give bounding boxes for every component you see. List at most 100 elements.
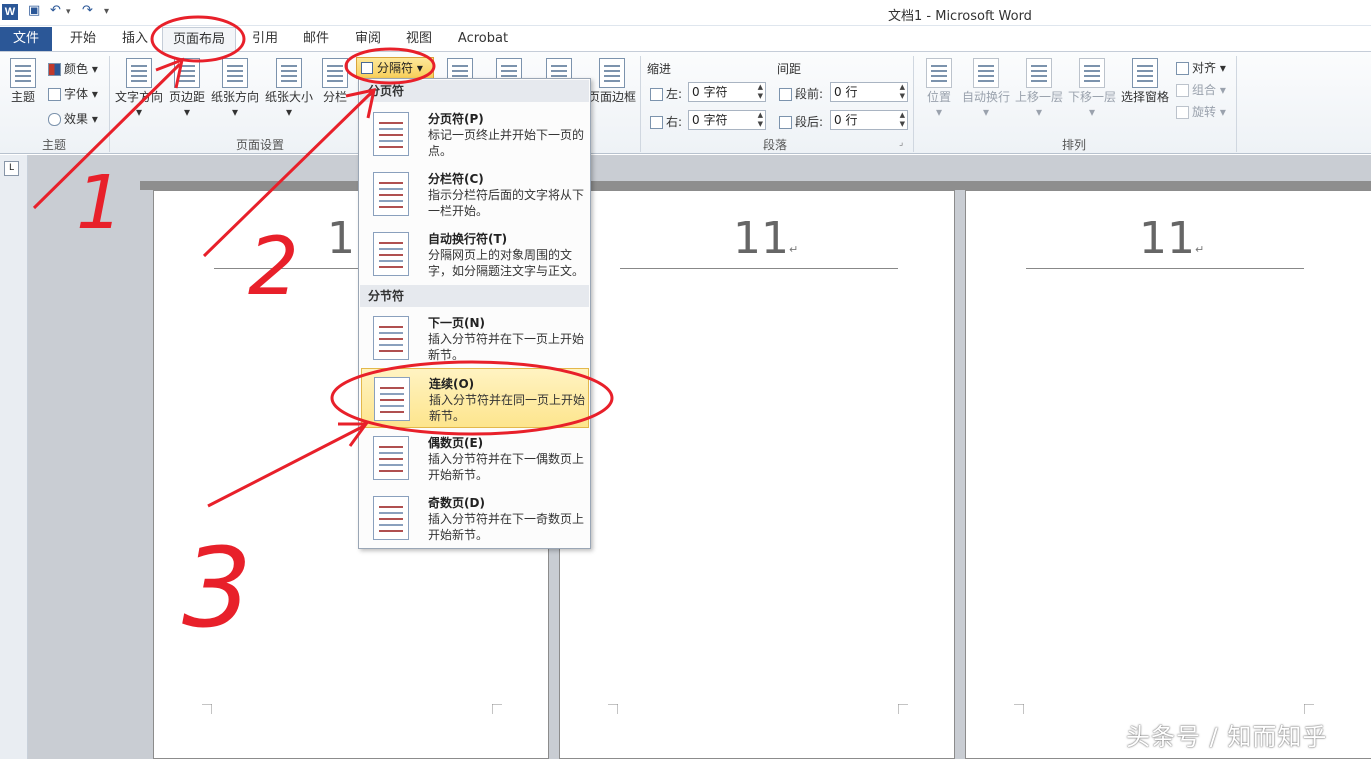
watermark-text: 头条号 / 知而知乎 — [1126, 723, 1328, 751]
page-borders-button[interactable]: 页面边框 — [588, 58, 636, 105]
breaks-icon — [361, 62, 373, 74]
header-line — [620, 268, 898, 269]
group-label-paragraph: 段落 — [762, 138, 787, 152]
orientation-button[interactable]: 纸张方向 ▾ — [210, 58, 260, 119]
themes-button[interactable]: 主题 — [6, 58, 40, 105]
vertical-ruler — [0, 155, 28, 759]
margin-corner-mark — [1014, 704, 1024, 714]
bring-forward-button[interactable]: 上移一层 ▾ — [1014, 58, 1064, 119]
text-direction-button[interactable]: 文字方向 ▾ — [114, 58, 164, 119]
spacing-before-field[interactable]: 0 行 ▲ ▼ — [830, 82, 908, 102]
position-button[interactable]: 位置 ▾ — [922, 58, 956, 119]
rotate-button[interactable]: 旋转 ▾ — [1176, 103, 1226, 120]
spinner-arrows[interactable]: ▲ ▼ — [758, 83, 763, 101]
dialog-launcher-icon[interactable]: ⌟ — [899, 138, 903, 148]
margin-corner-mark — [608, 704, 618, 714]
spacing-before-label: 段前: — [779, 85, 823, 102]
page-shadow — [560, 181, 962, 190]
tab-mailings[interactable]: 邮件 — [293, 27, 339, 51]
ribbon-tabs: 文件 开始 插入 页面布局 引用 邮件 审阅 视图 Acrobat — [0, 26, 1371, 51]
header-line — [1026, 268, 1304, 269]
header-text: 11↵ — [1139, 213, 1205, 264]
theme-effects-button[interactable]: 效果 ▾ — [48, 110, 98, 127]
next-page-break-icon — [373, 316, 409, 360]
spinner-arrows[interactable]: ▲ ▼ — [758, 111, 763, 129]
menu-item-even-page[interactable]: 偶数页(E) 插入分节符并在下一偶数页上开始新节。 — [361, 428, 589, 488]
window-title: 文档1 - Microsoft Word — [888, 9, 1032, 24]
group-icon — [1176, 84, 1189, 97]
themes-icon — [10, 58, 36, 88]
indent-left-field[interactable]: 0 字符 ▲ ▼ — [688, 82, 766, 102]
orientation-icon — [222, 58, 248, 88]
undo-dropdown-icon[interactable]: ▾ — [66, 7, 71, 17]
page-shadow — [962, 181, 1371, 190]
menu-header-section-breaks: 分节符 — [360, 285, 589, 307]
tab-review[interactable]: 审阅 — [345, 27, 391, 51]
indent-right-icon — [650, 116, 663, 129]
group-label-arrange: 排列 — [1061, 138, 1086, 152]
theme-fonts-button[interactable]: 字体 ▾ — [48, 85, 98, 102]
fonts-icon — [48, 88, 61, 101]
menu-item-next-page[interactable]: 下一页(N) 插入分节符并在下一页上开始新节。 — [361, 308, 589, 368]
align-icon — [1176, 62, 1189, 75]
tab-selector-icon[interactable]: L — [4, 161, 19, 176]
spinner-arrows[interactable]: ▲ ▼ — [900, 83, 905, 101]
word-app-icon[interactable]: W — [2, 4, 18, 20]
theme-colors-button[interactable]: 颜色 ▾ — [48, 60, 98, 77]
menu-item-page-break[interactable]: 分页符(P) 标记一页终止并开始下一页的点。 — [361, 104, 589, 164]
odd-page-break-icon — [373, 496, 409, 540]
continuous-break-icon — [374, 377, 410, 421]
spacing-after-label: 段后: — [779, 113, 823, 130]
tab-view[interactable]: 视图 — [396, 27, 442, 51]
send-backward-icon — [1079, 58, 1105, 88]
effects-icon — [48, 113, 61, 126]
menu-item-text-wrapping-break[interactable]: 自动换行符(T) 分隔网页上的对象周围的文字，如分隔题注文字与正文。 — [361, 224, 589, 284]
tab-page-layout[interactable]: 页面布局 — [162, 27, 236, 51]
page-break-icon — [373, 112, 409, 156]
spacing-after-field[interactable]: 0 行 ▲ ▼ — [830, 110, 908, 130]
title-bar: W ▣ ↶ ▾ ↷ ▾ 文档1 - Microsoft Word — [0, 0, 1371, 26]
undo-icon[interactable]: ↶ — [50, 3, 61, 18]
indent-label: 缩进 — [647, 62, 672, 76]
paper-size-icon — [276, 58, 302, 88]
header-text: 11↵ — [733, 213, 799, 264]
group-separator — [1236, 56, 1237, 152]
size-button[interactable]: 纸张大小 ▾ — [264, 58, 314, 119]
position-icon — [926, 58, 952, 88]
align-button[interactable]: 对齐 ▾ — [1176, 59, 1226, 76]
group-button[interactable]: 组合 ▾ — [1176, 81, 1226, 98]
bring-forward-icon — [1026, 58, 1052, 88]
spacing-label: 间距 — [777, 62, 802, 76]
tab-acrobat[interactable]: Acrobat — [452, 27, 514, 51]
spinner-arrows[interactable]: ▲ ▼ — [900, 111, 905, 129]
breaks-button[interactable]: 分隔符 ▾ — [356, 57, 434, 79]
text-direction-icon — [126, 58, 152, 88]
redo-icon[interactable]: ↷ — [82, 3, 93, 18]
selection-pane-icon — [1132, 58, 1158, 88]
tab-insert[interactable]: 插入 — [112, 27, 158, 51]
rotate-icon — [1176, 106, 1189, 119]
columns-button[interactable]: 分栏 — [318, 58, 352, 105]
margins-button[interactable]: 页边距 ▾ — [167, 58, 207, 119]
menu-item-column-break[interactable]: 分栏符(C) 指示分栏符后面的文字将从下一栏开始。 — [361, 164, 589, 224]
tab-home[interactable]: 开始 — [60, 27, 106, 51]
margins-icon — [174, 58, 200, 88]
send-backward-button[interactable]: 下移一层 ▾ — [1067, 58, 1117, 119]
indent-right-field[interactable]: 0 字符 ▲ ▼ — [688, 110, 766, 130]
margin-corner-mark — [898, 704, 908, 714]
customize-qat-icon[interactable]: ▾ — [104, 6, 109, 17]
wrap-text-button[interactable]: 自动换行 ▾ — [961, 58, 1011, 119]
columns-icon — [322, 58, 348, 88]
tab-file[interactable]: 文件 — [0, 27, 52, 51]
tab-references[interactable]: 引用 — [242, 27, 288, 51]
save-icon[interactable]: ▣ — [28, 3, 40, 18]
margin-corner-mark — [202, 704, 212, 714]
wrap-text-icon — [973, 58, 999, 88]
spacing-after-icon — [779, 116, 792, 129]
document-page-2[interactable]: 11↵ — [559, 190, 955, 759]
document-page-3[interactable]: 11↵ — [965, 190, 1371, 759]
menu-item-odd-page[interactable]: 奇数页(D) 插入分节符并在下一奇数页上开始新节。 — [361, 488, 589, 548]
menu-item-continuous[interactable]: 连续(O) 插入分节符并在同一页上开始新节。 — [361, 368, 589, 428]
selection-pane-button[interactable]: 选择窗格 — [1120, 58, 1170, 105]
indent-right-label: 右: — [650, 113, 682, 130]
